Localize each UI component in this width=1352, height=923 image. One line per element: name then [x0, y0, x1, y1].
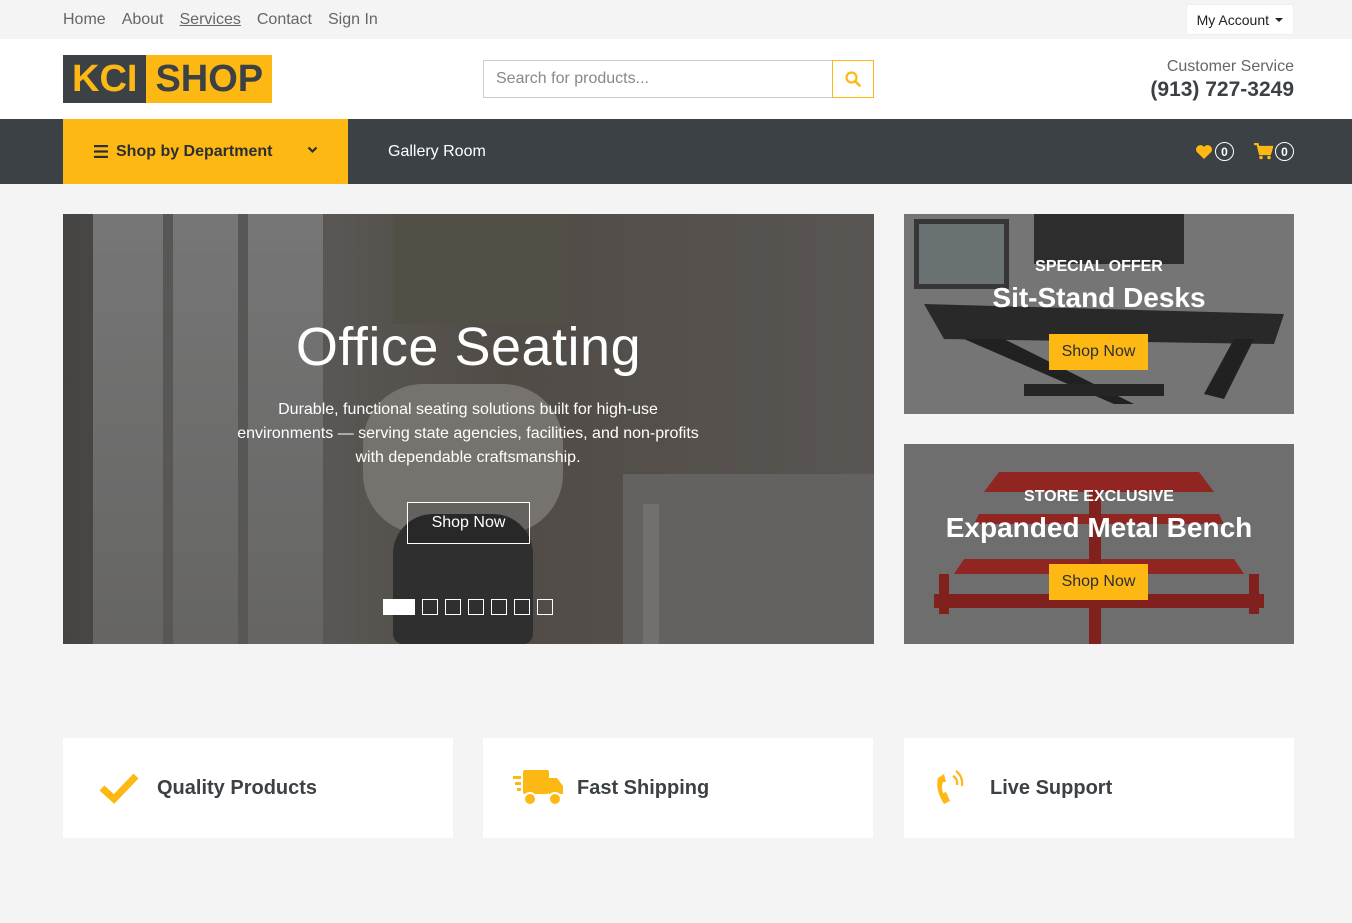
- feature-label: Fast Shipping: [577, 776, 710, 799]
- search-input[interactable]: [483, 60, 832, 98]
- truck-icon: [513, 770, 563, 806]
- phone-icon: [937, 770, 964, 804]
- feature-label: Quality Products: [157, 776, 318, 799]
- slider-dot[interactable]: [491, 599, 507, 615]
- chevron-down-icon: [307, 146, 318, 154]
- gallery-room-link[interactable]: Gallery Room: [388, 119, 486, 184]
- search-bar: [483, 60, 874, 98]
- slider-dot[interactable]: [445, 599, 461, 615]
- nav-about-link[interactable]: About: [122, 11, 164, 29]
- hero-description: Durable, functional seating solutions bu…: [237, 401, 699, 466]
- slider-dots: [383, 599, 553, 615]
- feature-fast-shipping: Fast Shipping: [483, 738, 873, 838]
- cart-button[interactable]: 0: [1254, 142, 1294, 161]
- checkmark-icon: [99, 773, 139, 804]
- promo-shop-now-button[interactable]: Shop Now: [1049, 334, 1148, 370]
- customer-service: Customer Service (913) 727-3249: [1150, 58, 1294, 102]
- hamburger-icon: [94, 145, 108, 158]
- logo-kci: KCI: [63, 55, 147, 103]
- nav-services-link[interactable]: Services: [180, 11, 241, 29]
- my-account-label: My Account: [1196, 11, 1269, 28]
- promo-kicker: SPECIAL OFFER: [1035, 258, 1163, 275]
- cart-count: 0: [1275, 142, 1294, 161]
- promo-kicker: STORE EXCLUSIVE: [1024, 488, 1174, 505]
- promo-title: Sit-Stand Desks: [992, 282, 1206, 313]
- nav-sign-in-link[interactable]: Sign In: [328, 11, 378, 29]
- hero-content: Office Seating Durable, functional seati…: [63, 214, 874, 644]
- nav-contact-link[interactable]: Contact: [257, 11, 312, 29]
- top-nav: Home About Services Contact Sign In: [63, 0, 378, 39]
- hero-slider: Office Seating Durable, functional seati…: [63, 214, 874, 644]
- site-logo[interactable]: KCI SHOP: [63, 55, 273, 103]
- promo-text: SPECIAL OFFER Sit-Stand Desks: [904, 258, 1294, 314]
- cart-icon: [1254, 143, 1273, 160]
- slider-dot[interactable]: [537, 599, 553, 615]
- search-button[interactable]: [832, 60, 874, 98]
- logo-shop: SHOP: [146, 55, 273, 103]
- caret-down-icon: [1275, 17, 1283, 22]
- hero-shop-now-button[interactable]: Shop Now: [407, 502, 530, 544]
- promo-title: Expanded Metal Bench: [945, 512, 1253, 543]
- slider-dot[interactable]: [468, 599, 484, 615]
- slider-dot[interactable]: [514, 599, 530, 615]
- hero-title: Office Seating: [295, 317, 642, 377]
- feature-label: Live Support: [990, 776, 1113, 799]
- nav-icons: 0 0: [1195, 119, 1294, 184]
- promo-expanded-metal-bench: STORE EXCLUSIVE Expanded Metal Bench Sho…: [904, 444, 1294, 644]
- promo-shop-now-button[interactable]: Shop Now: [1049, 564, 1148, 600]
- shop-by-department-label: Shop by Department: [116, 142, 273, 160]
- heart-icon: [1196, 144, 1212, 159]
- site-header: KCI SHOP Customer Service (913) 727-3249: [0, 39, 1352, 119]
- promo-text: STORE EXCLUSIVE Expanded Metal Bench: [904, 488, 1294, 544]
- top-bar: Home About Services Contact Sign In My A…: [0, 0, 1352, 39]
- promo-sit-stand-desks: SPECIAL OFFER Sit-Stand Desks Shop Now: [904, 214, 1294, 414]
- nav-home-link[interactable]: Home: [63, 11, 106, 29]
- customer-service-phone[interactable]: (913) 727-3249: [1150, 78, 1294, 102]
- feature-live-support: Live Support: [904, 738, 1294, 838]
- wishlist-button[interactable]: 0: [1195, 142, 1234, 161]
- feature-quality-products: Quality Products: [63, 738, 453, 838]
- customer-service-label: Customer Service: [1166, 58, 1294, 75]
- shop-by-department-button[interactable]: Shop by Department: [63, 119, 348, 184]
- main-nav: Shop by Department Gallery Room 0 0: [0, 119, 1352, 184]
- search-icon: [845, 71, 861, 87]
- wishlist-count: 0: [1215, 142, 1234, 161]
- slider-dot[interactable]: [422, 599, 438, 615]
- my-account-dropdown[interactable]: My Account: [1185, 4, 1294, 35]
- slider-dot[interactable]: [383, 599, 415, 615]
